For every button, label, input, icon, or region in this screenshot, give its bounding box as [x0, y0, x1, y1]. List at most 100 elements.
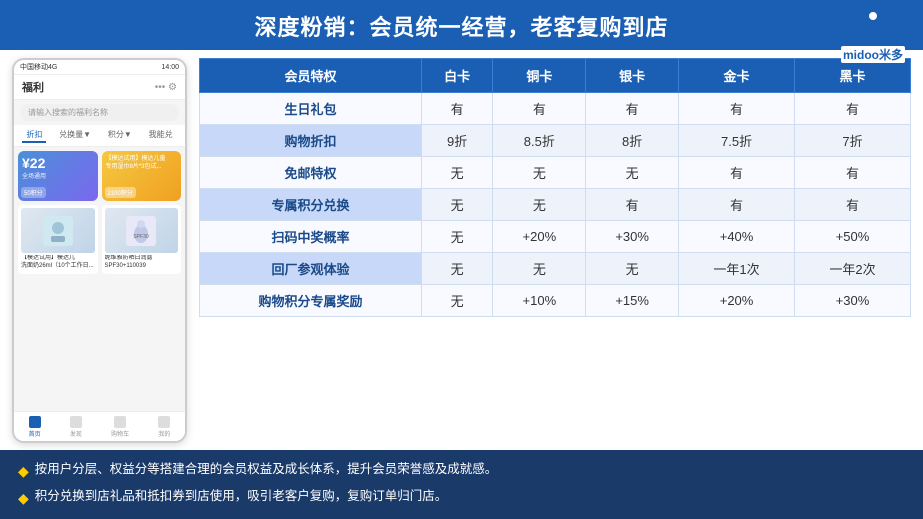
row-label: 生日礼包 [200, 93, 422, 125]
cell-value: 有 [421, 93, 493, 125]
cell-value: +40% [679, 221, 795, 253]
cell-value: 有 [586, 93, 679, 125]
cell-value: 无 [586, 157, 679, 189]
cell-value: +10% [493, 285, 586, 317]
table-row: 购物折扣9折8.5折8折7.5折7折 [200, 125, 911, 157]
tab-exchange[interactable]: 兑换量▼ [55, 128, 95, 143]
row-label: 免邮特权 [200, 157, 422, 189]
phone-search-bar[interactable]: 请输入搜索的福利名称 [20, 104, 179, 121]
cell-value: 无 [493, 189, 586, 221]
row-label: 购物积分专属奖励 [200, 285, 422, 317]
coupon-card-1: ¥22 全场通用 50积分 [18, 151, 98, 201]
cell-value: 有 [586, 189, 679, 221]
cell-value: 无 [421, 189, 493, 221]
home-icon [29, 416, 41, 428]
cell-value: 无 [421, 221, 493, 253]
footer-bullet-1: ◆按用户分层、权益分等搭建合理的会员权益及成长体系，提升会员荣誉感及成就感。 [18, 458, 905, 485]
nav-title: 福利 [22, 79, 44, 95]
cell-value: +30% [795, 285, 911, 317]
bottom-nav-cart[interactable]: 购物车 [111, 416, 129, 438]
row-label: 扫码中奖概率 [200, 221, 422, 253]
bottom-nav-home[interactable]: 首页 [29, 416, 41, 438]
cell-value: 7折 [795, 125, 911, 157]
table-row: 专属积分兑换无无有有有 [200, 189, 911, 221]
profile-icon [158, 416, 170, 428]
cell-value: +30% [586, 221, 679, 253]
bullet-diamond: ◆ [18, 485, 29, 512]
product-card-1: 【模达试用】模达儿洗面奶26ml（10个工作日... [18, 205, 98, 274]
cell-value: +20% [493, 221, 586, 253]
cell-value: 无 [493, 253, 586, 285]
product-img-2: SPF30 [105, 208, 179, 253]
col-header-privilege: 会员特权 [200, 59, 422, 93]
phone-status-bar: 中国移动4G 14:00 [14, 60, 185, 75]
cell-value: +20% [679, 285, 795, 317]
time-text: 14:00 [161, 64, 179, 71]
cell-value: 有 [679, 157, 795, 189]
product-img-1 [21, 208, 95, 253]
cell-value: 7.5折 [679, 125, 795, 157]
bottom-nav-discover[interactable]: 发现 [70, 416, 82, 438]
col-header-white: 白卡 [421, 59, 493, 93]
table-row: 生日礼包有有有有有 [200, 93, 911, 125]
cell-value: 有 [795, 93, 911, 125]
member-privileges-table: 会员特权 白卡 铜卡 银卡 金卡 黑卡 生日礼包有有有有有购物折扣9折8.5折8… [199, 58, 911, 317]
cell-value: 9折 [421, 125, 493, 157]
col-header-gold: 金卡 [679, 59, 795, 93]
cart-icon [114, 416, 126, 428]
row-label: 回厂参观体验 [200, 253, 422, 285]
col-header-silver: 银卡 [586, 59, 679, 93]
product-card-2: SPF30 妮维雅防晒白润露SPF30+110039 [102, 205, 182, 274]
logo-text: midoo米多 [841, 46, 905, 63]
row-label: 专属积分兑换 [200, 189, 422, 221]
phone-mockup: 中国移动4G 14:00 福利 ••• ⚙ 请输入搜索的福利名称 折扣 兑换量▼… [12, 58, 187, 443]
cell-value: 有 [679, 189, 795, 221]
logo-area: midoo米多 [841, 4, 905, 63]
footer-bullet-2: ◆积分兑换到店礼品和抵扣券到店使用，吸引老客户复购，复购订单归门店。 [18, 485, 905, 512]
phone-bottom-nav: 首页 发现 购物车 我的 [14, 411, 185, 441]
row-label: 购物折扣 [200, 125, 422, 157]
coupon-card-2: 【模达试用】模达儿童专用湿巾8片*3包试... 2100积分 [102, 151, 182, 201]
nav-icons: ••• ⚙ [155, 82, 177, 93]
page-header: 深度粉销：会员统一经营，老客复购到店 midoo米多 [0, 0, 923, 50]
tab-discount[interactable]: 折扣 [22, 128, 46, 143]
cell-value: 无 [493, 157, 586, 189]
cell-value: +50% [795, 221, 911, 253]
cell-value: 一年1次 [679, 253, 795, 285]
footer: ◆按用户分层、权益分等搭建合理的会员权益及成长体系，提升会员荣誉感及成就感。◆积… [0, 450, 923, 519]
footer-bullet-text: 积分兑换到店礼品和抵扣券到店使用，吸引老客户复购，复购订单归门店。 [35, 485, 448, 509]
tab-points[interactable]: 积分▼ [104, 128, 136, 143]
col-header-black: 黑卡 [795, 59, 911, 93]
coupon-row: ¥22 全场通用 50积分 【模达试用】模达儿童专用湿巾8片*3包试... 21… [18, 151, 181, 201]
cell-value: 有 [795, 157, 911, 189]
phone-tabs: 折扣 兑换量▼ 积分▼ 我能兑 [14, 125, 185, 147]
table-header-row: 会员特权 白卡 铜卡 银卡 金卡 黑卡 [200, 59, 911, 93]
cell-value: 8.5折 [493, 125, 586, 157]
cell-value: +15% [586, 285, 679, 317]
cell-value: 有 [493, 93, 586, 125]
product-row: 【模达试用】模达儿洗面奶26ml（10个工作日... SPF30 妮维雅防晒白润… [18, 205, 181, 274]
cell-value: 无 [421, 285, 493, 317]
table-row: 购物积分专属奖励无+10%+15%+20%+30% [200, 285, 911, 317]
cell-value: 有 [679, 93, 795, 125]
midoo-logo-icon [853, 4, 893, 44]
tab-available[interactable]: 我能兑 [145, 128, 177, 143]
cell-value: 无 [586, 253, 679, 285]
bullet-diamond: ◆ [18, 458, 29, 485]
cell-value: 8折 [586, 125, 679, 157]
main-content: 中国移动4G 14:00 福利 ••• ⚙ 请输入搜索的福利名称 折扣 兑换量▼… [0, 50, 923, 450]
phone-nav-bar: 福利 ••• ⚙ [14, 75, 185, 100]
cell-value: 一年2次 [795, 253, 911, 285]
bottom-nav-profile[interactable]: 我的 [158, 416, 170, 438]
cell-value: 无 [421, 253, 493, 285]
table-row: 扫码中奖概率无+20%+30%+40%+50% [200, 221, 911, 253]
cell-value: 无 [421, 157, 493, 189]
table-row: 免邮特权无无无有有 [200, 157, 911, 189]
svg-text:SPF30: SPF30 [134, 234, 150, 240]
carrier-text: 中国移动4G [20, 62, 57, 72]
footer-bullet-text: 按用户分层、权益分等搭建合理的会员权益及成长体系，提升会员荣誉感及成就感。 [35, 458, 498, 482]
page-title: 深度粉销：会员统一经营，老客复购到店 [254, 15, 668, 40]
search-placeholder: 请输入搜索的福利名称 [28, 108, 108, 117]
table-row: 回厂参观体验无无无一年1次一年2次 [200, 253, 911, 285]
phone-body: ¥22 全场通用 50积分 【模达试用】模达儿童专用湿巾8片*3包试... 21… [14, 147, 185, 282]
